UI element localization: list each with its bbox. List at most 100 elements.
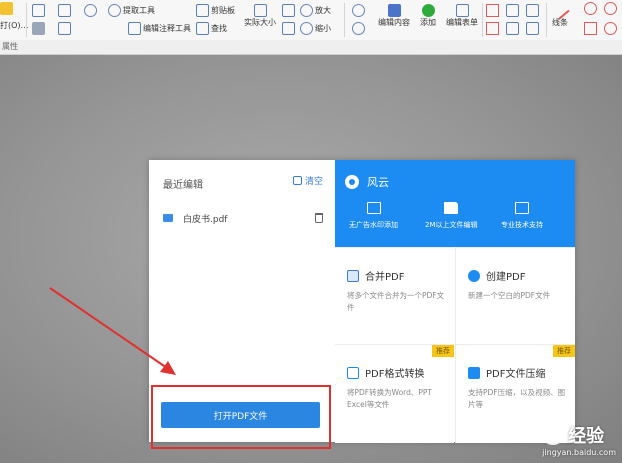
create-icon <box>468 269 480 282</box>
line-button[interactable]: 线条 <box>550 1 570 28</box>
baidu-paw-icon <box>542 425 565 445</box>
recommend-badge: 推荐 <box>432 345 454 357</box>
sound-icon <box>526 22 539 35</box>
hand-icon <box>108 4 121 17</box>
save-icon <box>32 22 45 35</box>
tool-header: PDF格式转换 <box>347 365 424 380</box>
edit-annotation-tool-label: 编辑注释工具 <box>143 24 191 33</box>
sound-button[interactable] <box>526 22 539 35</box>
text-edit-button[interactable] <box>506 22 519 35</box>
redo-icon <box>84 4 97 17</box>
tool-title: PDF格式转换 <box>365 369 425 380</box>
tool-header: 合并PDF <box>347 268 404 283</box>
clipboard-button[interactable]: 剪贴板 <box>196 4 235 17</box>
extract-tool-button[interactable]: 提取工具 <box>108 4 155 17</box>
select-icon <box>486 22 499 35</box>
save-button[interactable] <box>32 22 45 35</box>
zoom-in-button[interactable]: 放大 <box>300 4 331 17</box>
zoom-out-icon <box>300 22 313 35</box>
recent-file-item[interactable]: 白皮书.pdf <box>163 210 323 226</box>
polygon-icon <box>604 2 617 15</box>
merge-pdf-tool[interactable]: 合并PDF 将多个文件合并为一个PDF文件 <box>335 247 454 344</box>
convert-pdf-tool[interactable]: 推荐 PDF格式转换 将PDF转换为Word、PPT Excel等文件 <box>335 344 454 443</box>
rectangle-icon <box>584 22 597 35</box>
attach-icon <box>526 4 539 17</box>
toolbar-separator <box>26 3 27 37</box>
brand-logo-icon <box>345 175 359 189</box>
tool-description: 支持PDF压缩，以及视频、图片等 <box>468 388 566 409</box>
recent-file-name: 白皮书.pdf <box>183 214 228 225</box>
toolbar-separator <box>344 3 345 37</box>
edit-content-label: 编辑内容 <box>378 18 410 27</box>
zoom-in-label: 放大 <box>315 6 331 15</box>
watermark: 经验 jingyan.baidu.com <box>542 422 616 457</box>
clear-icon <box>292 176 302 185</box>
zoom-out-button[interactable]: 缩小 <box>300 22 331 35</box>
find-icon <box>196 22 209 35</box>
text-button[interactable] <box>506 4 519 17</box>
tool-header: PDF文件压缩 <box>468 365 545 380</box>
toolbar-separator <box>482 3 483 37</box>
create-pdf-tool[interactable]: 创建PDF 新建一个空白的PDF文件 <box>455 247 575 344</box>
tool-description: 新建一个空白的PDF文件 <box>468 291 551 300</box>
ribbon-toolbar: 打(O)… 提取工具 编辑注释工具 剪贴板 查找 实际大小 放大 缩小 编辑内容 <box>0 0 622 41</box>
actual-size-button[interactable]: 实际大小 <box>244 4 276 28</box>
compress-icon <box>468 366 480 379</box>
add-label: 添加 <box>420 18 436 27</box>
trash-icon[interactable] <box>315 213 323 223</box>
edit-content-icon <box>387 4 401 17</box>
find-button[interactable]: 查找 <box>196 22 227 35</box>
feature-support: 专业技术支持 <box>501 202 543 230</box>
clipboard-label: 剪贴板 <box>211 6 235 15</box>
crop-button[interactable] <box>486 4 499 17</box>
fit-width-button[interactable] <box>282 22 295 35</box>
polygon-button[interactable] <box>604 2 617 15</box>
clipboard-icon <box>196 4 209 17</box>
open-menu-label[interactable]: 打(O)… <box>0 20 29 31</box>
edit-form-button[interactable]: 编辑表单 <box>446 4 478 28</box>
new-button[interactable] <box>58 22 71 35</box>
folder-icon <box>444 202 459 214</box>
tool-description: 将PDF转换为Word、PPT Excel等文件 <box>347 388 433 409</box>
undo-button[interactable] <box>58 4 71 17</box>
feature-label: 专业技术支持 <box>501 221 543 229</box>
attach-button[interactable] <box>526 4 539 17</box>
clear-label: 清空 <box>304 177 323 187</box>
brand: 风云 <box>345 174 389 190</box>
zoom-in-icon <box>300 4 313 17</box>
edit-form-label: 编辑表单 <box>446 18 478 27</box>
circle-button[interactable] <box>584 2 597 15</box>
select-button[interactable] <box>486 22 499 35</box>
ellipse-button[interactable] <box>604 22 617 35</box>
form-icon <box>455 4 469 17</box>
file-open-group[interactable] <box>0 2 13 15</box>
clear-recent-button[interactable]: 清空 <box>292 174 323 187</box>
recent-title: 最近编辑 <box>163 180 203 191</box>
edit-content-button[interactable]: 编辑内容 <box>378 4 410 28</box>
add-icon <box>421 4 435 17</box>
ad-icon <box>366 202 381 214</box>
tool-title: 创建PDF <box>486 272 526 283</box>
undo-icon <box>58 4 71 17</box>
feature-label: 2M以上文件编辑 <box>425 221 478 229</box>
actual-size-icon <box>253 4 267 17</box>
rectangle-button[interactable] <box>584 22 597 35</box>
annotation-icon <box>128 22 141 35</box>
print-button[interactable] <box>32 4 45 17</box>
circle-icon <box>584 2 597 15</box>
rotate-button[interactable] <box>352 4 365 17</box>
add-button[interactable]: 添加 <box>420 4 436 28</box>
feature-no-ad: 无广告水印添加 <box>349 202 398 230</box>
ellipse-icon <box>604 22 617 35</box>
fit-page-button[interactable] <box>282 4 295 17</box>
properties-label: 属性 <box>2 42 18 51</box>
redo-button[interactable] <box>84 4 97 17</box>
actual-size-label: 实际大小 <box>244 18 276 27</box>
extract-tool-label: 提取工具 <box>123 6 155 15</box>
rotate-back-icon <box>352 22 365 35</box>
print-icon <box>32 4 45 17</box>
merge-icon <box>347 269 359 282</box>
rotate-back-button[interactable] <box>352 22 365 35</box>
find-label: 查找 <box>211 24 227 33</box>
edit-annotation-tool-button[interactable]: 编辑注释工具 <box>128 22 191 35</box>
